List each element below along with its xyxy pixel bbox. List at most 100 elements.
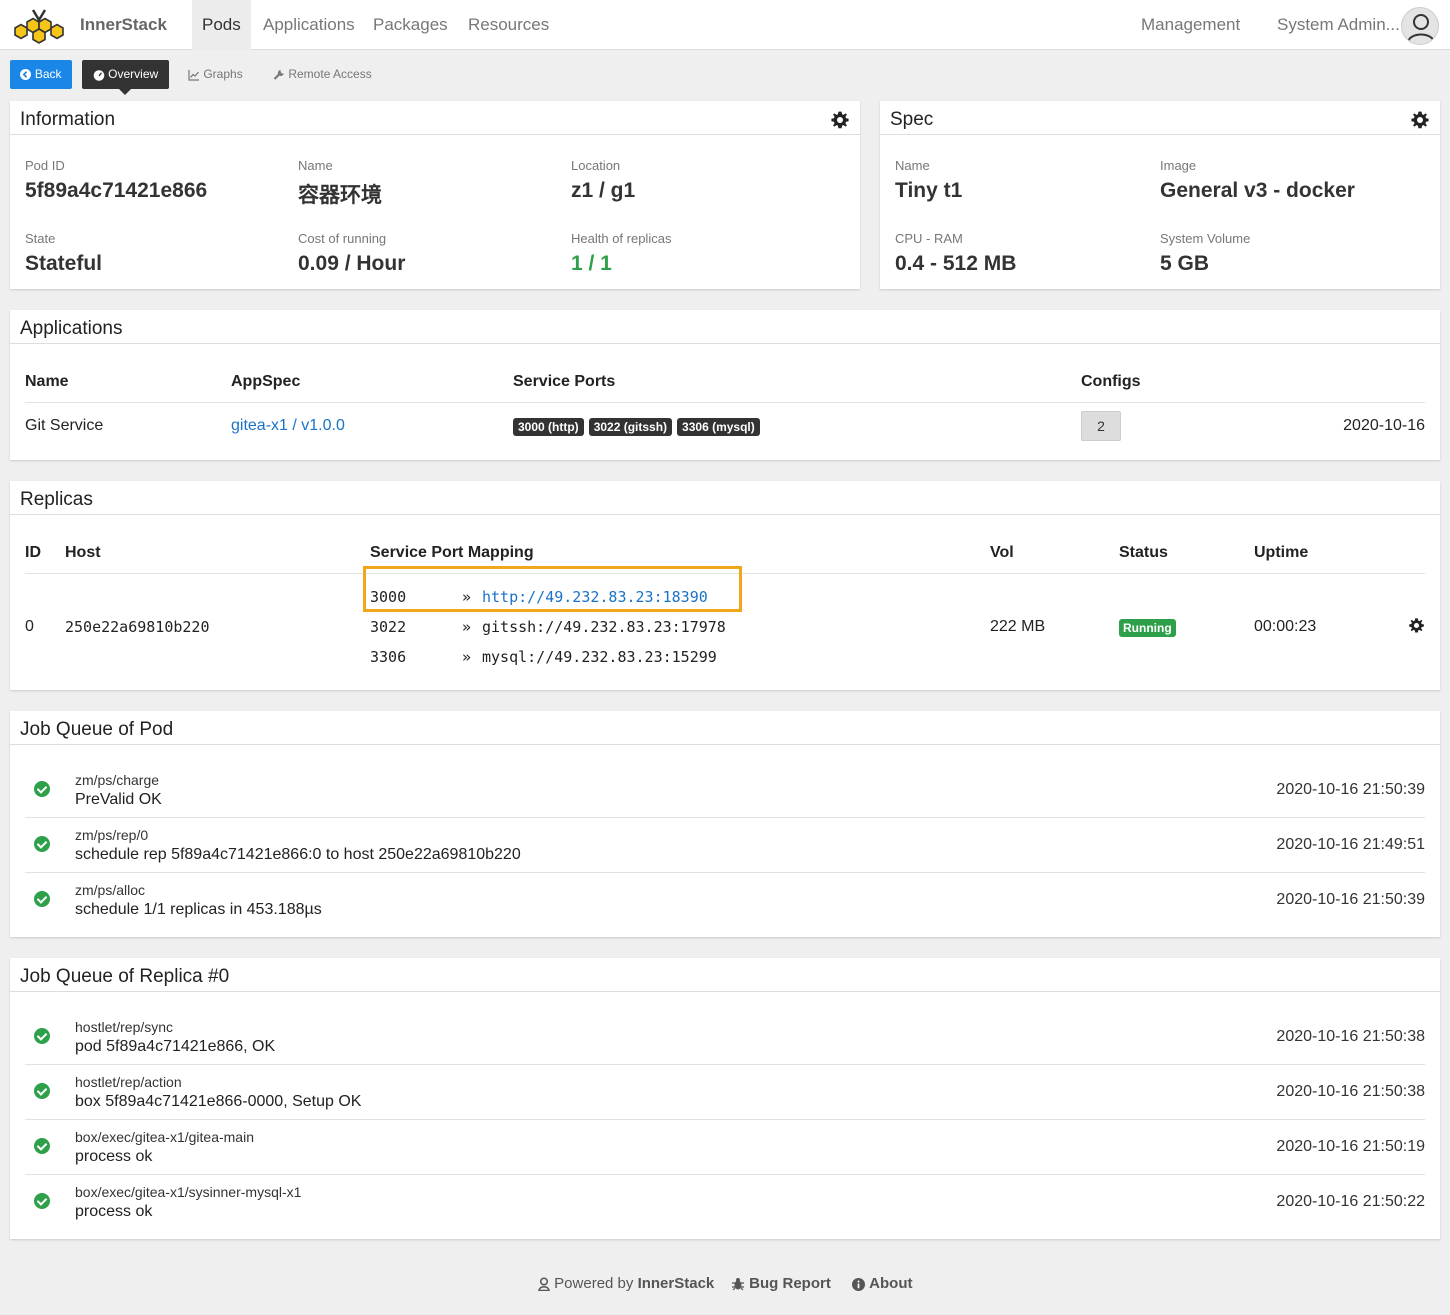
system-volume-field: System Volume 5 GB [1160, 231, 1250, 276]
service-ports: 3000 (http) 3022 (gitssh) 3306 (mysql) [513, 418, 765, 436]
appspec-link[interactable]: gitea-x1 / v1.0.0 [231, 417, 345, 435]
user-menu[interactable]: System Admin... [1267, 0, 1402, 50]
information-title: Information [20, 109, 116, 130]
replica-job-queue-header: Job Queue of Replica #0 [10, 958, 1440, 992]
about-label: About [869, 1275, 913, 1292]
powered-by-brand[interactable]: InnerStack [638, 1275, 715, 1292]
mapping-arrow: » [462, 648, 472, 666]
check-circle-icon [34, 1083, 50, 1099]
pod-id-field: Pod ID 5f89a4c71421e866 [25, 158, 207, 203]
job-time: 2020-10-16 21:50:39 [1276, 891, 1425, 908]
overview-label: Overview [108, 67, 159, 81]
bug-report-link[interactable]: Bug Report [731, 1275, 831, 1292]
mapping-mysql-target: mysql://49.232.83.23:15299 [482, 648, 717, 666]
image-label: Image [1160, 158, 1197, 173]
graphs-tab[interactable]: Graphs [188, 60, 243, 89]
spec-header: Spec [880, 101, 1440, 135]
nav-pods[interactable]: Pods [192, 0, 251, 50]
job-message: PreValid OK [75, 791, 162, 808]
remote-access-tab[interactable]: Remote Access [273, 60, 372, 89]
powered-by-label: Powered by [554, 1275, 634, 1292]
replica-job-queue-panel: Job Queue of Replica #0 hostlet/rep/sync… [10, 958, 1440, 1239]
nav-management[interactable]: Management [1131, 0, 1250, 50]
mapping-arrow: » [462, 618, 472, 636]
port-badge: 3022 (gitssh) [588, 418, 673, 436]
pod-name-field: Name 容器环境 [298, 158, 382, 209]
replica-uptime: 00:00:23 [1254, 618, 1317, 635]
spec-settings-gear-icon[interactable] [1410, 110, 1430, 130]
col-header-vol: Vol [990, 544, 1014, 561]
state-value: Stateful [25, 252, 103, 275]
job-message: process ok [75, 1148, 153, 1165]
line-chart-icon [188, 69, 199, 81]
col-header-service-ports: Service Ports [513, 373, 616, 390]
job-name: zm/ps/charge [75, 772, 160, 788]
row-divider [25, 1119, 1425, 1120]
bug-report-label: Bug Report [749, 1275, 831, 1292]
job-name: box/exec/gitea-x1/sysinner-mysql-x1 [75, 1184, 302, 1200]
location-label: Location [571, 158, 621, 173]
row-divider [25, 872, 1425, 873]
system-volume-value: 5 GB [1160, 252, 1210, 275]
user-icon [538, 1277, 550, 1292]
replica-settings-gear-icon[interactable] [1408, 617, 1425, 634]
top-navbar: InnerStack Pods Applications Packages Re… [0, 0, 1450, 50]
table-divider [25, 402, 1425, 403]
job-name: zm/ps/alloc [75, 882, 146, 898]
mapping-gitssh-target: gitssh://49.232.83.23:17978 [482, 618, 726, 636]
job-name: hostlet/rep/action [75, 1074, 182, 1090]
cpu-ram-field: CPU - RAM 0.4 - 512 MB [895, 231, 1016, 276]
information-panel: Information Pod ID 5f89a4c71421e866 Name… [10, 101, 860, 289]
nav-resources[interactable]: Resources [458, 0, 559, 50]
remote-access-label: Remote Access [288, 67, 372, 81]
check-circle-icon [34, 1028, 50, 1044]
location-value: z1 / g1 [571, 179, 636, 202]
mapping-port: 3306 [370, 648, 407, 666]
job-message: schedule rep 5f89a4c71421e866:0 to host … [75, 846, 521, 863]
system-volume-label: System Volume [1160, 231, 1251, 246]
dashboard-icon [93, 70, 105, 81]
highlight-box [363, 566, 742, 612]
pod-job-queue-title: Job Queue of Pod [20, 719, 174, 740]
configs-button[interactable]: 2 [1081, 411, 1121, 441]
image-value: General v3 - docker [1160, 179, 1355, 202]
pod-name-label: Name [298, 158, 333, 173]
job-time: 2020-10-16 21:50:38 [1276, 1028, 1425, 1045]
user-avatar-icon[interactable] [1401, 7, 1439, 45]
spec-panel: Spec Name Tiny t1 Image General v3 - doc… [880, 101, 1440, 289]
cost-label: Cost of running [298, 231, 387, 246]
innerstack-logo-icon[interactable] [13, 6, 65, 46]
col-header-host: Host [65, 544, 101, 561]
cost-field: Cost of running 0.09 / Hour [298, 231, 405, 276]
bug-icon [732, 1278, 744, 1291]
replica-vol: 222 MB [990, 618, 1046, 635]
back-label: Back [34, 67, 62, 81]
col-header-status: Status [1119, 544, 1168, 561]
back-button[interactable]: Back [10, 60, 72, 89]
about-link[interactable]: About [852, 1275, 913, 1292]
job-name: hostlet/rep/sync [75, 1019, 174, 1035]
job-time: 2020-10-16 21:50:39 [1276, 781, 1425, 798]
back-circle-icon [20, 69, 32, 81]
nav-packages[interactable]: Packages [363, 0, 458, 50]
cpu-ram-value: 0.4 - 512 MB [895, 252, 1017, 275]
spec-name-label: Name [895, 158, 930, 173]
col-header-port-mapping: Service Port Mapping [370, 544, 534, 561]
job-message: pod 5f89a4c71421e866, OK [75, 1038, 276, 1055]
nav-applications[interactable]: Applications [253, 0, 365, 50]
port-badge: 3000 (http) [513, 418, 584, 436]
spec-name-field: Name Tiny t1 [895, 158, 962, 203]
job-time: 2020-10-16 21:50:22 [1276, 1193, 1425, 1210]
graphs-label: Graphs [203, 67, 243, 81]
col-header-uptime: Uptime [1254, 544, 1309, 561]
health-value: 1 / 1 [571, 252, 612, 275]
check-circle-icon [34, 836, 50, 852]
powered-by: Powered by InnerStack [538, 1275, 714, 1292]
overview-tab[interactable]: Overview [82, 60, 169, 95]
brand-name[interactable]: InnerStack [80, 15, 167, 35]
pod-job-queue-panel: Job Queue of Pod zm/ps/charge PreValid O… [10, 711, 1440, 937]
job-time: 2020-10-16 21:49:51 [1276, 836, 1425, 853]
col-header-id: ID [25, 544, 41, 561]
check-circle-icon [34, 1193, 50, 1209]
information-settings-gear-icon[interactable] [830, 110, 850, 130]
